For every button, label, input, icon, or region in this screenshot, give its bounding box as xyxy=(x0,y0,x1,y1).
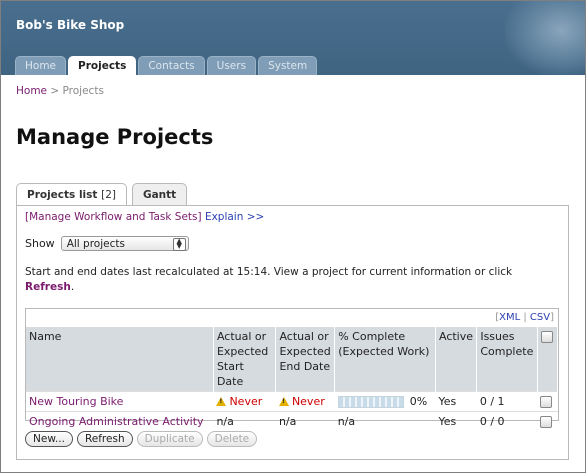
recalc-note: Start and end dates last recalculated at… xyxy=(25,265,555,295)
filter-label: Show xyxy=(25,237,55,250)
projects-panel: [Manage Workflow and Task Sets] Explain … xyxy=(16,205,569,460)
end-date-cell: n/a xyxy=(275,411,335,431)
site-header: Bob's Bike Shop Home Projects Contacts U… xyxy=(1,1,585,75)
warning-icon xyxy=(216,397,227,406)
row-checkbox[interactable] xyxy=(540,396,553,408)
export-csv-link[interactable]: CSV xyxy=(530,312,550,323)
new-button[interactable]: New... xyxy=(25,431,73,447)
issues-cell: 0 / 0 xyxy=(476,411,538,431)
active-cell: Yes xyxy=(435,391,477,412)
end-date-value: Never xyxy=(291,395,325,408)
page-title: Manage Projects xyxy=(16,125,214,149)
export-separator: | xyxy=(523,312,527,323)
col-issues[interactable]: Issues Complete xyxy=(476,327,538,392)
export-links: [XML | CSV] xyxy=(495,312,554,323)
tab-projects-list[interactable]: Projects list [2] xyxy=(16,183,127,206)
complete-cell: 0% xyxy=(334,391,436,412)
tab-home[interactable]: Home xyxy=(15,56,67,75)
select-arrows-icon: ▲ ▼ xyxy=(172,238,186,251)
tab-gantt[interactable]: Gantt xyxy=(131,183,188,205)
panel-links: [Manage Workflow and Task Sets] Explain … xyxy=(25,211,264,223)
col-active[interactable]: Active xyxy=(435,327,478,392)
tab-contacts[interactable]: Contacts xyxy=(138,56,205,75)
projects-table-box: [XML | CSV] Name Actual or Expected Star… xyxy=(25,308,559,431)
delete-button[interactable]: Delete xyxy=(206,431,258,447)
start-date-cell: n/a xyxy=(213,411,276,431)
refresh-link[interactable]: Refresh xyxy=(25,281,71,293)
tab-users[interactable]: Users xyxy=(206,56,257,75)
row-select-cell xyxy=(537,411,558,431)
table-row: Ongoing Administrative Activity n/a n/a … xyxy=(26,411,558,431)
project-name-link[interactable]: New Touring Bike xyxy=(26,391,214,412)
duplicate-button[interactable]: Duplicate xyxy=(136,431,203,447)
breadcrumb-home-link[interactable]: Home xyxy=(16,85,47,97)
project-name-link[interactable]: Ongoing Administrative Activity xyxy=(26,411,214,431)
explain-link[interactable]: Explain >> xyxy=(205,211,264,223)
filter-row: Show All projects ▲ ▼ xyxy=(25,236,189,251)
manage-workflow-link[interactable]: [Manage Workflow and Task Sets] xyxy=(25,211,202,223)
view-tabs: Projects list [2] Gantt xyxy=(16,183,188,206)
breadcrumb-separator: > xyxy=(50,85,60,97)
refresh-button[interactable]: Refresh xyxy=(76,431,133,447)
row-checkbox[interactable] xyxy=(540,416,553,428)
col-start-date[interactable]: Actual or Expected Start Date xyxy=(213,327,277,392)
tab-system[interactable]: System xyxy=(258,56,318,75)
tab-projects-list-label: Projects list xyxy=(27,189,98,201)
table-row: New Touring Bike Never Never 0% Yes 0 / … xyxy=(26,391,558,412)
project-count: [2] xyxy=(101,189,116,201)
export-xml-link[interactable]: XML xyxy=(499,312,520,323)
header-photo xyxy=(505,1,585,75)
projects-table: Name Actual or Expected Start Date Actua… xyxy=(26,327,559,431)
complete-value: 0% xyxy=(409,395,428,408)
recalc-note-end: . xyxy=(70,281,75,293)
table-header-row: Name Actual or Expected Start Date Actua… xyxy=(26,327,559,392)
start-date-cell: Never xyxy=(213,391,276,412)
col-end-date[interactable]: Actual or Expected End Date xyxy=(275,327,336,392)
project-filter-select[interactable]: All projects ▲ ▼ xyxy=(60,236,189,251)
progress-bar xyxy=(337,396,404,408)
active-cell: Yes xyxy=(435,411,477,431)
end-date-cell: Never xyxy=(275,391,335,412)
issues-cell: 0 / 1 xyxy=(476,391,538,412)
select-all-checkbox[interactable] xyxy=(540,331,553,343)
col-name[interactable]: Name xyxy=(26,327,214,392)
warning-icon xyxy=(278,397,289,406)
breadcrumb-current: Projects xyxy=(62,85,104,97)
main-nav: Home Projects Contacts Users System xyxy=(15,56,318,75)
col-complete[interactable]: % Complete (Expected Work) xyxy=(334,327,436,392)
col-select-all[interactable] xyxy=(537,327,559,392)
row-select-cell xyxy=(537,391,558,412)
filter-selected-value: All projects xyxy=(66,238,125,250)
action-buttons: New... Refresh Duplicate Delete xyxy=(25,431,258,447)
brand-title: Bob's Bike Shop xyxy=(16,18,125,32)
recalc-note-text: Start and end dates last recalculated at… xyxy=(25,266,513,278)
tab-projects[interactable]: Projects xyxy=(68,56,137,75)
app-window: Bob's Bike Shop Home Projects Contacts U… xyxy=(0,0,586,473)
complete-cell: n/a xyxy=(334,411,436,431)
breadcrumb: Home > Projects xyxy=(16,85,104,97)
start-date-value: Never xyxy=(229,395,263,408)
